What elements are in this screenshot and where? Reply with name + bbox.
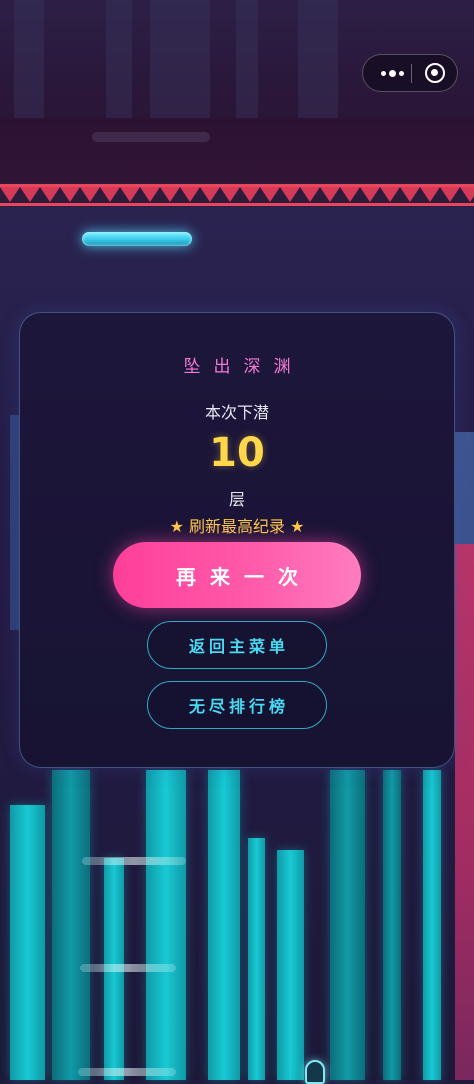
background-column [150,0,210,118]
depth-value: 10 [209,430,265,476]
tower-pillar [248,838,265,1080]
background-column [236,0,258,118]
new-record-banner: ★ 刷新最高纪录 ★ [169,517,305,536]
background-column [14,0,44,118]
retry-button[interactable]: 再来一次 [113,542,361,608]
depth-label: 本次下潜 [204,403,269,422]
leaderboard-button[interactable]: 无尽排行榜 [147,681,327,729]
ladder-rung [80,964,176,972]
background-column [106,0,132,118]
right-pink-bar [455,544,474,1080]
glowing-platform [82,232,192,246]
ladder-rung [82,857,186,865]
background-band [0,118,474,185]
depth-unit: 层 [228,490,245,509]
ladder-rung [78,1068,176,1076]
capsule-divider [411,64,412,83]
faded-platform [92,132,210,142]
mini-program-capsule [362,54,458,92]
more-dots-icon[interactable] [375,64,409,82]
record-target-icon[interactable] [425,63,445,83]
tower-pillar [208,770,240,1080]
tower-pillar [383,770,401,1080]
background-column [298,0,338,118]
tower-pillar [146,770,186,1080]
main-menu-button[interactable]: 返回主菜单 [147,621,327,669]
tower-pillar [330,770,365,1080]
tower-pillar [10,805,45,1080]
spike-strip [0,183,474,207]
panel-title: 坠出深渊 [183,357,304,377]
tower-pillar [277,850,304,1080]
tower-pillar [52,770,90,1080]
player-character [305,1060,325,1084]
tower-pillar [423,770,441,1080]
